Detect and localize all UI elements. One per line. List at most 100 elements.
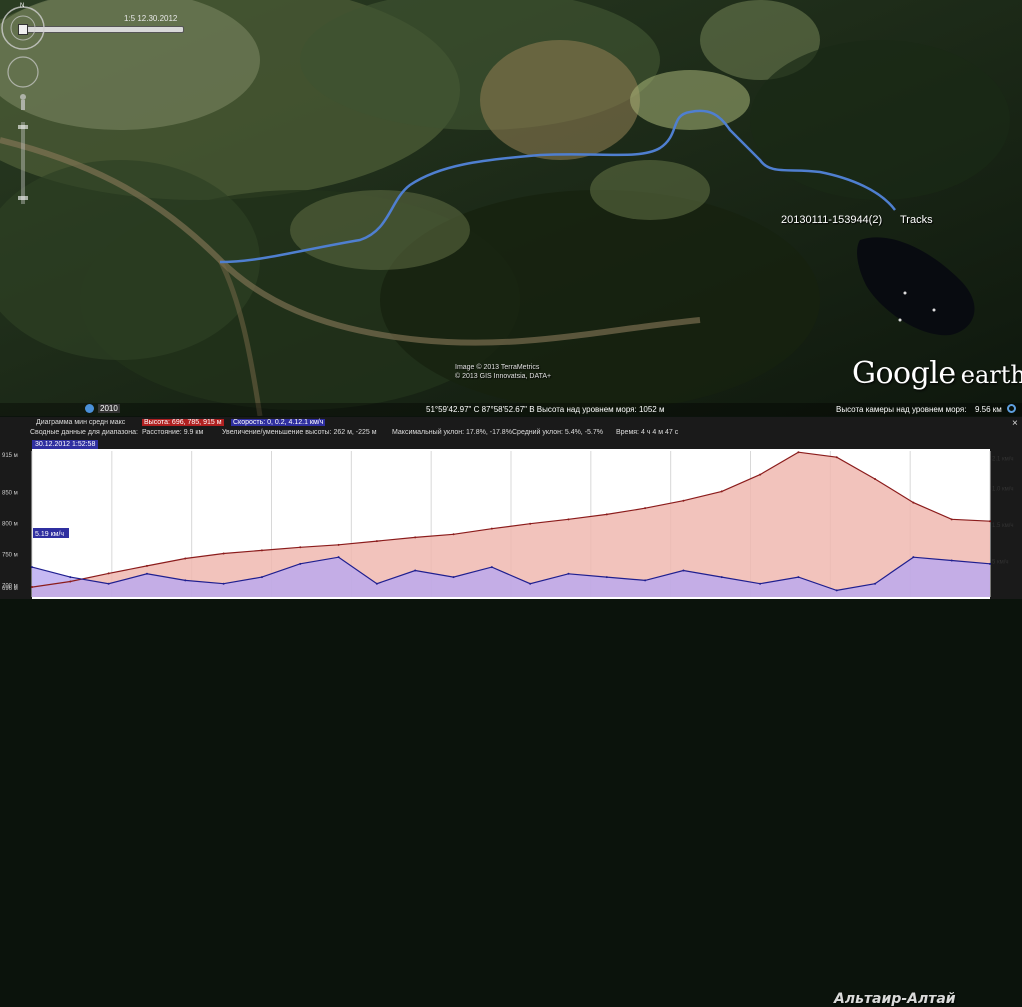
elevation-point [874, 477, 877, 480]
coordinates-readout: 51°59'42.97" С 87°58'52.67" В Высота над… [426, 405, 665, 414]
elevation-profile-panel: Диаграмма мин средн макс Высота: 696, 78… [0, 417, 1022, 1007]
elevation-gain-value: Увеличение/уменьшение высоты: 262 м, -22… [222, 429, 377, 436]
max-slope-value: Максимальный уклон: 17.8%, -17.8% [392, 429, 512, 436]
speed-point [605, 576, 608, 579]
speed-point [797, 576, 800, 579]
time-slider-label: 1:5 12.30.2012 [124, 14, 178, 23]
speed-point [145, 572, 148, 575]
elevation-point [682, 499, 685, 502]
cursor-date: 30.12.2012 1:52:58 [32, 440, 99, 449]
speed-point [414, 569, 417, 572]
google-earth-logo: Google earth [852, 356, 1022, 391]
elevation-point [835, 456, 838, 459]
left-axis: 915 м850 м800 м750 м700 м696 м [2, 453, 18, 592]
speed-stats-tab[interactable]: Скорость: 0, 0.2, 4.12.1 км/ч [231, 419, 326, 426]
svg-text:N: N [20, 3, 24, 9]
left-tick-label: 915 м [2, 453, 18, 459]
watermark: Альтаир-Алтай [834, 991, 956, 1007]
profile-header-row: Диаграмма мин средн макс Высота: 696, 78… [0, 419, 1022, 429]
right-tick-label: 1.0 км/ч [992, 487, 1014, 493]
speed-point [682, 569, 685, 572]
close-icon[interactable]: × [1012, 418, 1018, 429]
speed-point [567, 572, 570, 575]
speed-point [644, 579, 647, 582]
speed-point [31, 566, 33, 569]
zoom-slider-icon[interactable] [18, 122, 28, 204]
terrain-imagery [0, 0, 1022, 416]
elevation-point [912, 501, 915, 504]
pegman-icon[interactable] [20, 94, 26, 110]
elevation-point [337, 543, 340, 546]
elevation-point [299, 546, 302, 549]
historical-imagery-icon[interactable] [85, 404, 94, 413]
avg-slope-value: Средний уклон: 5.4%, -5.7% [512, 429, 603, 436]
elevation-speed-chart[interactable]: 915 м850 м800 м750 м700 м696 м 2.1 км/ч1… [0, 449, 1022, 599]
time-value: Время: 4 ч 4 м 47 с [616, 429, 679, 436]
elevation-point [452, 533, 455, 536]
distance-value: Расстояние: 9.9 км [142, 429, 204, 436]
elevation-point [145, 564, 148, 567]
left-tick-label: 850 м [2, 490, 18, 496]
right-tick-label: 1.5 км/ч [992, 523, 1014, 529]
right-tick-label: 5 км/ч [992, 560, 1009, 566]
speed-point [69, 576, 72, 579]
elevation-point [184, 557, 187, 560]
speed-point [107, 582, 110, 585]
diagram-label: Диаграмма мин средн макс [36, 419, 126, 426]
elevation-point [759, 473, 762, 476]
speed-point [375, 582, 378, 585]
speed-point [720, 576, 723, 579]
speed-point [950, 559, 953, 562]
compass-icon[interactable]: N [1, 3, 45, 50]
eye-altitude-value: 9.56 км [975, 405, 1002, 414]
right-axis: 2.1 км/ч 1.0 км/ч 1.5 км/ч 5 км/ч [992, 457, 1014, 566]
navigation-controls[interactable]: N [0, 0, 46, 210]
speed-point [759, 582, 762, 585]
eye-altitude-label: Высота камеры над уровнем моря: [836, 405, 967, 414]
satellite-map[interactable]: 1:5 12.30.2012 N 20130111-153944(2) Trac… [0, 0, 1022, 416]
height-stats-tab[interactable]: Высота: 696, 785, 915 м [142, 419, 224, 426]
look-joystick-icon[interactable] [7, 56, 39, 88]
elevation-point [605, 513, 608, 516]
elevation-point [222, 552, 225, 555]
track-folder-label[interactable]: Tracks [900, 214, 933, 226]
profile-summary-row: Сводные данные для диапазона: Расстояние… [0, 429, 1022, 438]
speed-point [874, 582, 877, 585]
elevation-point [260, 549, 263, 552]
imagery-year: 2010 [98, 404, 120, 413]
elevation-point [567, 518, 570, 521]
elevation-point [529, 522, 532, 525]
elevation-point [31, 586, 33, 589]
elevation-point [797, 451, 800, 454]
streaming-icon [1007, 404, 1016, 413]
speed-marker-label: 5.19 км/ч [35, 531, 64, 538]
right-tick-label: 2.1 км/ч [992, 457, 1014, 463]
elevation-point [69, 580, 72, 583]
left-tick-label: 696 м [2, 586, 18, 592]
elevation-point [375, 540, 378, 543]
speed-point [337, 556, 340, 559]
left-tick-label: 800 м [2, 521, 18, 527]
speed-point [452, 576, 455, 579]
speed-point [989, 562, 991, 565]
speed-point [835, 589, 838, 592]
elevation-point [490, 527, 493, 530]
elevation-point [720, 490, 723, 493]
attribution: Image © 2013 TerraMetrics © 2013 GIS Inn… [455, 364, 552, 380]
speed-point [260, 576, 263, 579]
left-tick-label: 750 м [2, 553, 18, 559]
speed-point [222, 582, 225, 585]
elevation-point [950, 518, 953, 521]
speed-point [184, 579, 187, 582]
elevation-point [644, 507, 647, 510]
elevation-point [414, 536, 417, 539]
speed-point [299, 562, 302, 565]
speed-point [912, 556, 915, 559]
speed-point [529, 582, 532, 585]
elevation-point [107, 572, 110, 575]
summary-label: Сводные данные для диапазона: [30, 429, 138, 436]
track-label[interactable]: 20130111-153944(2) [781, 214, 882, 226]
elevation-point [989, 520, 991, 523]
time-slider-track[interactable] [22, 26, 184, 33]
speed-point [490, 566, 493, 569]
